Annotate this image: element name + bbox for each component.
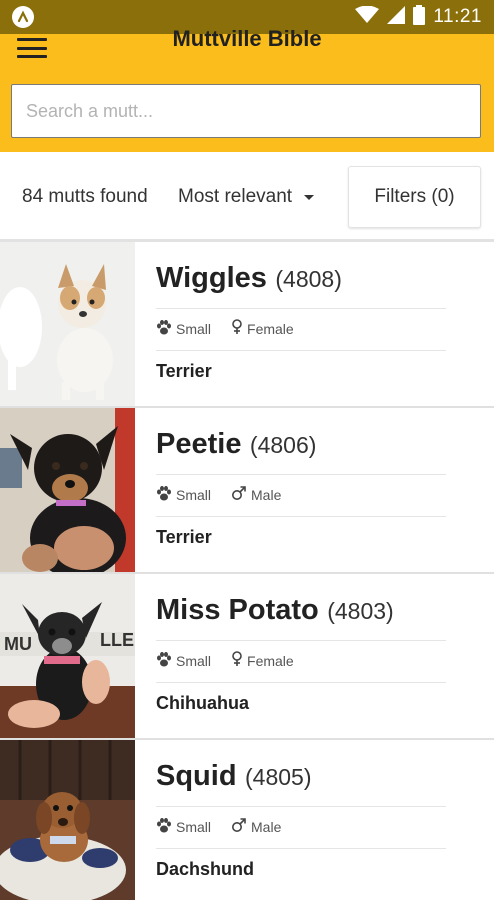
divider	[156, 474, 446, 475]
dog-title: Wiggles (4808)	[156, 262, 342, 295]
dog-sex-label: Male	[251, 486, 282, 503]
dog-breed: Chihuahua	[156, 693, 249, 713]
divider	[156, 640, 446, 641]
divider	[156, 848, 446, 849]
dog-info: Squid (4805) Small Male Dachshund	[156, 740, 446, 900]
sort-label: Most relevant	[178, 186, 293, 207]
dog-size: Small	[156, 817, 212, 836]
dog-size: Small	[156, 319, 212, 338]
dog-photo	[0, 408, 135, 572]
dog-breed: Terrier	[156, 527, 212, 547]
male-symbol-icon	[231, 485, 247, 504]
dog-size: Small	[156, 651, 212, 670]
dog-attributes: Small Male	[156, 485, 301, 504]
dog-sex-label: Female	[247, 320, 294, 337]
dog-size-label: Small	[176, 320, 212, 337]
dog-card[interactable]: Peetie (4806) Small Male Terrier	[0, 408, 494, 574]
paw-icon	[156, 817, 172, 836]
dog-name: Wiggles	[156, 262, 267, 294]
sort-dropdown[interactable]: Most relevant	[178, 186, 315, 208]
dog-info: Miss Potato (4803) Small Female Chihuahu…	[156, 574, 446, 738]
dog-card[interactable]: Squid (4805) Small Male Dachshund	[0, 740, 494, 900]
dog-title: Peetie (4806)	[156, 428, 316, 461]
dog-sex: Male	[231, 817, 281, 836]
results-toolbar: 84 mutts found Most relevant Filters (0)	[0, 152, 494, 240]
search-input[interactable]	[11, 84, 481, 138]
app-bar: Muttville Bible	[0, 26, 494, 152]
dog-sex-label: Male	[251, 818, 282, 835]
dog-photo	[0, 242, 135, 406]
dog-attributes: Small Female	[156, 319, 314, 338]
dog-id: (4805)	[245, 764, 312, 790]
divider	[156, 308, 446, 309]
dog-info: Peetie (4806) Small Male Terrier	[156, 408, 446, 572]
dog-size-label: Small	[176, 818, 212, 835]
app-title: Muttville Bible	[172, 26, 322, 51]
dog-card[interactable]: Wiggles (4808) Small Female Terrier	[0, 242, 494, 408]
dog-card[interactable]: MU LLE Miss Potato (4803) Small Female C…	[0, 574, 494, 740]
dog-info: Wiggles (4808) Small Female Terrier	[156, 242, 446, 406]
paw-icon	[156, 485, 172, 504]
dog-id: (4808)	[275, 266, 342, 292]
dog-title: Squid (4805)	[156, 760, 311, 793]
dog-breed: Dachshund	[156, 859, 255, 879]
dog-sex-label: Female	[247, 652, 294, 669]
dog-attributes: Small Female	[156, 651, 314, 670]
dog-sex: Female	[231, 651, 294, 670]
dog-sex: Male	[231, 485, 281, 504]
paw-icon	[156, 651, 172, 670]
dog-name: Miss Potato	[156, 594, 319, 626]
dog-photo	[0, 740, 135, 900]
dog-size-label: Small	[176, 486, 212, 503]
female-symbol-icon	[231, 319, 243, 338]
dog-name: Peetie	[156, 428, 242, 460]
svg-text:LLE: LLE	[100, 630, 134, 650]
paw-icon	[156, 319, 172, 338]
dog-size-label: Small	[176, 652, 212, 669]
filters-button[interactable]: Filters (0)	[348, 166, 481, 228]
app-notification-icon	[12, 6, 34, 28]
divider	[156, 682, 446, 683]
result-count: 84 mutts found	[22, 186, 148, 207]
dog-attributes: Small Male	[156, 817, 301, 836]
dog-size: Small	[156, 485, 212, 504]
svg-text:MU: MU	[4, 634, 32, 654]
caret-down-icon	[304, 194, 315, 200]
dog-photo: MU LLE	[0, 574, 135, 738]
female-symbol-icon	[231, 651, 243, 670]
male-symbol-icon	[231, 817, 247, 836]
status-time: 11:21	[433, 6, 482, 27]
dog-id: (4803)	[327, 598, 394, 624]
dog-name: Squid	[156, 760, 237, 792]
divider	[156, 516, 446, 517]
dog-sex: Female	[231, 319, 294, 338]
divider	[156, 806, 446, 807]
divider	[156, 350, 446, 351]
dog-id: (4806)	[249, 432, 317, 458]
dog-list: Wiggles (4808) Small Female Terrier Peet…	[0, 242, 494, 900]
dog-title: Miss Potato (4803)	[156, 594, 394, 627]
dog-breed: Terrier	[156, 361, 212, 381]
